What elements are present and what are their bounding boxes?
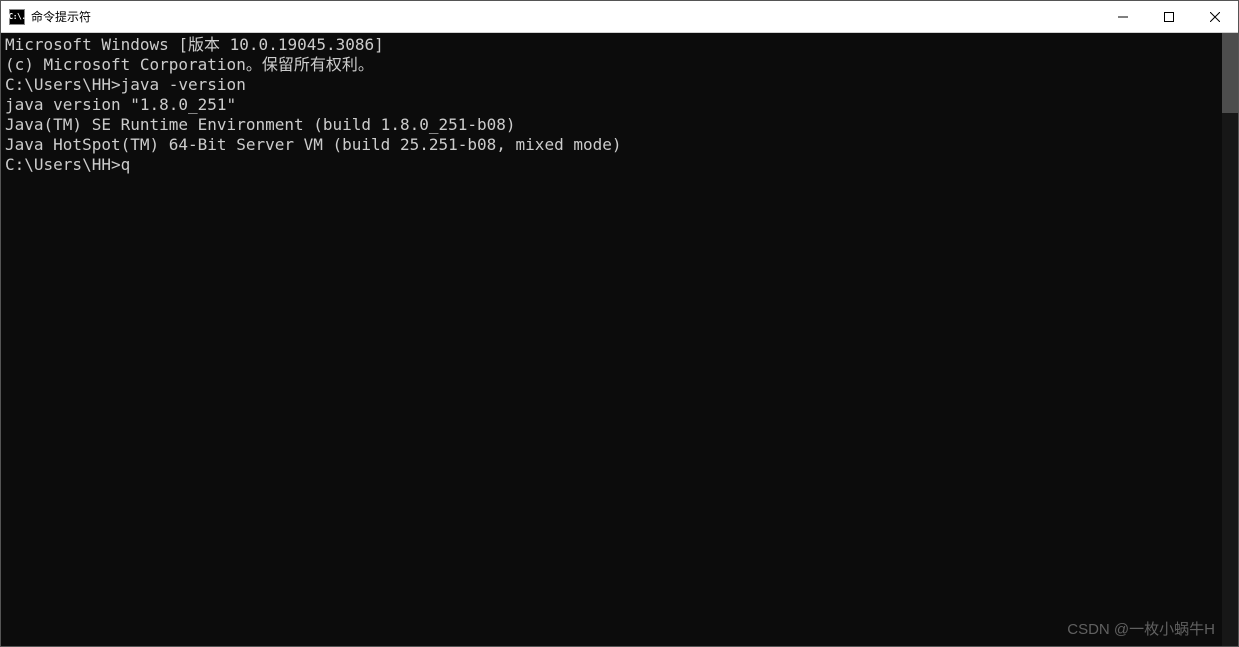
terminal-area[interactable]: Microsoft Windows [版本 10.0.19045.3086](c… xyxy=(1,33,1238,646)
close-icon xyxy=(1210,12,1220,22)
minimize-button[interactable] xyxy=(1100,1,1146,32)
scrollbar[interactable] xyxy=(1222,33,1238,646)
terminal-line: (c) Microsoft Corporation。保留所有权利。 xyxy=(5,55,1218,75)
scroll-thumb[interactable] xyxy=(1222,33,1238,113)
maximize-icon xyxy=(1164,12,1174,22)
terminal-line: C:\Users\HH>q xyxy=(5,155,1218,175)
titlebar: C:\. 命令提示符 xyxy=(1,1,1238,33)
titlebar-left: C:\. 命令提示符 xyxy=(1,8,91,25)
cmd-icon: C:\. xyxy=(9,9,25,25)
terminal-line: Microsoft Windows [版本 10.0.19045.3086] xyxy=(5,35,1218,55)
terminal-line: C:\Users\HH>java -version xyxy=(5,75,1218,95)
terminal-line: java version "1.8.0_251" xyxy=(5,95,1218,115)
window-title: 命令提示符 xyxy=(31,8,91,25)
terminal-line: Java HotSpot(TM) 64-Bit Server VM (build… xyxy=(5,135,1218,155)
terminal-line: Java(TM) SE Runtime Environment (build 1… xyxy=(5,115,1218,135)
cmd-icon-text: C:\. xyxy=(8,12,25,21)
cmd-window: C:\. 命令提示符 Microsoft W xyxy=(0,0,1239,647)
window-controls xyxy=(1100,1,1238,32)
terminal-content[interactable]: Microsoft Windows [版本 10.0.19045.3086](c… xyxy=(1,33,1222,646)
close-button[interactable] xyxy=(1192,1,1238,32)
maximize-button[interactable] xyxy=(1146,1,1192,32)
minimize-icon xyxy=(1118,12,1128,22)
